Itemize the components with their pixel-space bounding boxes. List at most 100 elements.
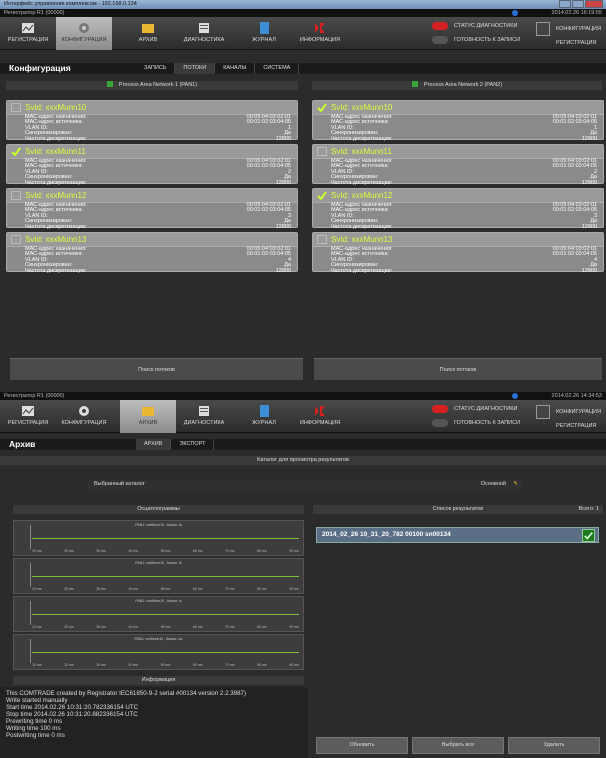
checkbox-empty[interactable] [11,235,21,244]
registration-icon [22,406,34,416]
checkmark-icon[interactable] [317,103,327,112]
time-tick: 80 ms [257,587,267,591]
toolbar-journal[interactable]: ЖУРНАЛ [236,400,292,433]
select-all-button[interactable]: Выбрать все [412,737,504,754]
result-row[interactable]: 2014_02_26 10_31_20_782 00100 sn00134 [316,527,599,543]
toolbar-diagnostics[interactable]: ДИАГНОСТИКА [176,400,232,433]
info-logo-icon [315,23,325,33]
close-button[interactable] [585,0,603,8]
stream-card[interactable]: SvId: xxxMunn12 МАС-адрес назначения: 00:0… [6,188,298,230]
mode-configuration[interactable]: КОНФИГУРАЦИЯ [536,405,601,419]
stream-name: SvId: xxxMunn13 [331,235,393,244]
stream-card[interactable]: SvId: xxxMunn13 МАС-адрес назначения: 00:0… [312,232,604,274]
stream-name: SvId: xxxMunn10 [331,103,393,112]
pan1-status-icon [106,81,113,87]
oscillogram[interactable]: PAN1: xxxMunn10 , Канал: Ua 10 ms 20 ms 30 … [13,634,304,670]
results-header: Список результатов Всего: 1 [313,505,603,514]
minimize-button[interactable] [559,0,571,8]
catalog-header: Каталог для просмотра результатов [0,456,606,465]
toolbar-journal[interactable]: ЖУРНАЛ [236,17,292,50]
toolbar-information[interactable]: ИНФОРМАЦИЯ [292,17,348,50]
catalog-value: Основной [480,481,506,487]
journal-icon [260,405,269,417]
status-diagnostics: СТАТУС ДИАГНОСТИКИ [432,22,517,30]
toolbar-information[interactable]: ИНФОРМАЦИЯ [292,400,348,433]
stream-card[interactable]: SvId: xxxMunn10 МАС-адрес назначения: 00:0… [6,100,298,142]
datetime: 2014.02.26 14:34:53 [551,393,602,399]
time-tick: 60 ms [192,549,203,553]
stream-card-header: SvId: xxxMunn10 [313,101,603,115]
window-controls [559,0,603,8]
stream-card[interactable]: SvId: xxxMunn13 МАС-адрес назначения: 00:0… [6,232,298,274]
delete-button[interactable]: Удалить [508,737,600,754]
y-axis [30,639,31,663]
oscillogram[interactable]: PAN1: xxxMunn10 , Канал: Ic 10 ms 20 ms 30 … [13,596,304,632]
refresh-button[interactable]: Обновить [316,737,408,754]
mode-registration[interactable]: РЕГИСТРАЦИЯ [536,419,596,433]
signal-trace [32,614,299,615]
oscillogram[interactable]: PAN1: xxxMunn10 , Канал: Ia 10 ms 20 ms 30 … [13,520,304,556]
datetime: 2014.02.26 16:19:55 [551,10,602,16]
tab-streams[interactable]: ПОТОКИ [175,63,216,74]
tab-system[interactable]: СИСТЕМА [255,63,300,74]
tab-archive[interactable]: АРХИВ [136,439,172,450]
toolbar-registration[interactable]: РЕГИСТРАЦИЯ [0,400,56,433]
checkbox-empty[interactable] [317,147,327,156]
mode-registration[interactable]: РЕГИСТРАЦИЯ [536,36,596,50]
results-total: Всего: 1 [578,506,599,512]
stream-name: SvId: xxxMunn13 [25,235,87,244]
toolbar-configuration[interactable]: КОНФИГУРАЦИЯ [56,17,112,50]
status-diagnostics: СТАТУС ДИАГНОСТИКИ [432,405,517,413]
checkmark-icon[interactable] [11,147,21,156]
search-streams-button-pan2[interactable]: Поиск потоков [314,358,602,380]
stream-field-rate: Частота дискретизации: 12800 [331,135,597,142]
search-streams-button-pan1[interactable]: Поиск потоков [10,358,303,380]
checkbox-empty[interactable] [11,103,21,112]
config-tabs: ЗАПИСЬ ПОТОКИ КАНАЛЫ СИСТЕМА [136,63,300,74]
pencil-icon[interactable]: ✎ [513,480,518,489]
time-tick: 80 ms [257,663,267,667]
time-axis: 10 ms 20 ms 30 ms 40 ms 50 ms 60 ms 70 ms 80 ms… [32,549,299,553]
tab-record[interactable]: ЗАПИСЬ [136,63,176,74]
time-tick: 10 ms [32,549,42,553]
diagnostics-icon [199,23,209,33]
status-indicator [432,22,448,30]
stream-field-rate: Частота дискретизации: 12800 [25,223,291,230]
toolbar-registration[interactable]: РЕГИСТРАЦИЯ [0,17,56,50]
catalog-selector[interactable]: Выбранный каталог Основной ✎ [88,480,522,491]
stream-card-header: SvId: xxxMunn11 [7,145,297,159]
stream-card-header: SvId: xxxMunn12 [313,189,603,203]
time-tick: 90 ms [289,625,299,629]
maximize-button[interactable] [572,0,584,8]
toolbar-archive[interactable]: АРХИВ [120,400,176,433]
oscillogram[interactable]: PAN1: xxxMunn10 , Канал: Ib 10 ms 20 ms 30 … [13,558,304,594]
time-tick: 10 ms [32,663,42,667]
gear-icon [79,406,89,416]
time-tick: 20 ms [64,587,74,591]
stream-card[interactable]: SvId: xxxMunn11 МАС-адрес назначения: 00:0… [312,144,604,186]
folder-icon [142,407,154,416]
checkmark-icon[interactable] [582,529,595,542]
window-title: Интерфейс управления комплексом - 192.16… [4,1,137,7]
time-tick: 90 ms [289,587,299,591]
checkmark-icon[interactable] [317,191,327,200]
time-axis: 10 ms 20 ms 30 ms 40 ms 50 ms 60 ms 70 ms 80 ms… [32,587,299,591]
stream-field-rate: Частота дискретизации: 12800 [331,179,597,186]
mode-configuration[interactable]: КОНФИГУРАЦИЯ [536,22,601,36]
info-logo-icon [315,406,325,416]
stream-card[interactable]: SvId: xxxMunn12 МАС-адрес назначения: 00:0… [312,188,604,230]
checkbox-empty[interactable] [317,235,327,244]
stream-name: SvId: xxxMunn11 [25,147,86,156]
checkbox-empty[interactable] [11,191,21,200]
toolbar-configuration[interactable]: КОНФИГУРАЦИЯ [56,400,112,433]
stream-card[interactable]: SvId: xxxMunn10 МАС-адрес назначения: 00:0… [312,100,604,142]
tab-channels[interactable]: КАНАЛЫ [215,63,256,74]
toolbar-diagnostics[interactable]: ДИАГНОСТИКА [176,17,232,50]
stream-card-header: SvId: xxxMunn11 [313,145,603,159]
pan2-status-icon [411,81,418,87]
toolbar-archive[interactable]: АРХИВ [120,17,176,50]
tab-export[interactable]: ЭКСПОРТ [171,439,215,450]
time-tick: 30 ms [96,549,106,553]
time-tick: 20 ms [64,663,74,667]
stream-card[interactable]: SvId: xxxMunn11 МАС-адрес назначения: 00:0… [6,144,298,186]
